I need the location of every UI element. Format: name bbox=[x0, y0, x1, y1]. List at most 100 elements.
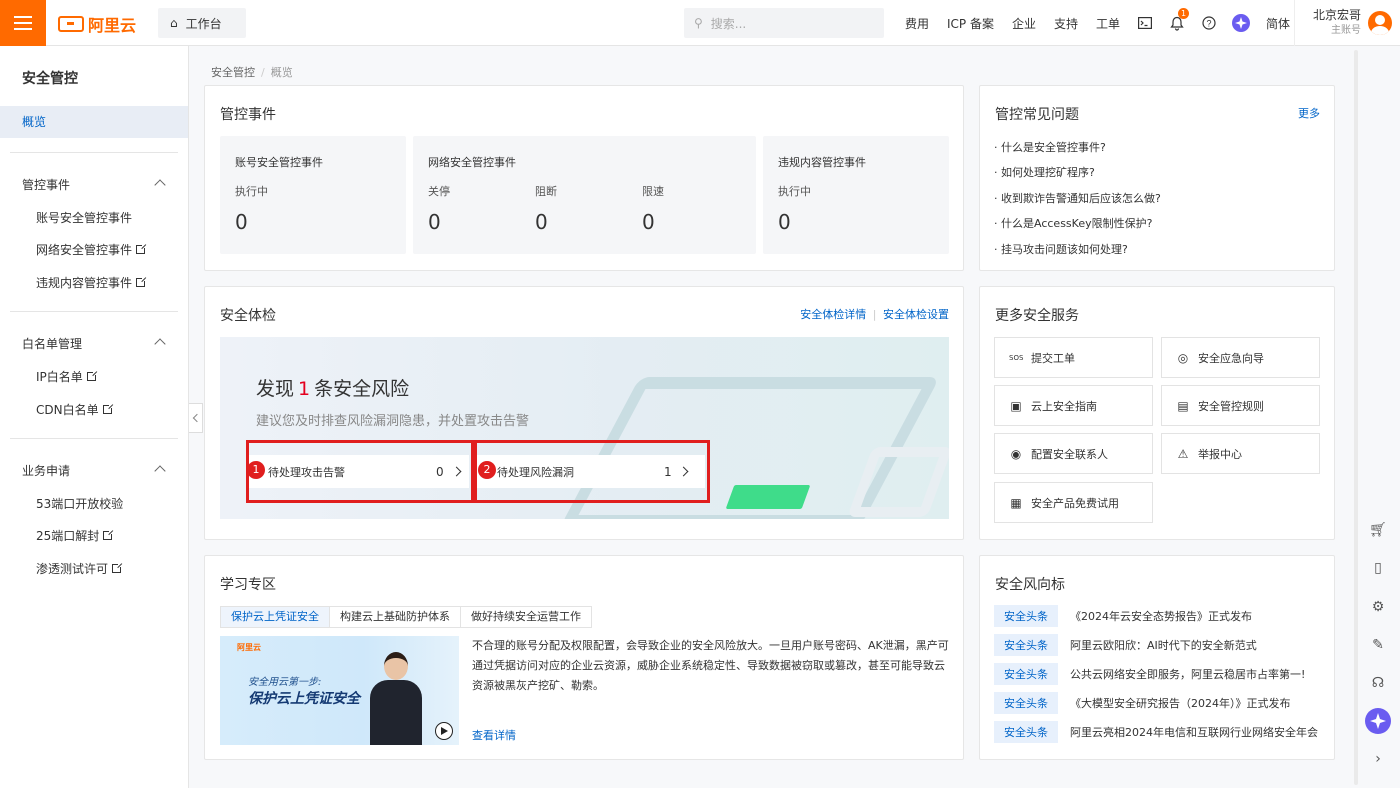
network-block-value: 0 bbox=[535, 210, 548, 234]
terminal-icon[interactable] bbox=[1129, 0, 1161, 46]
user-menu[interactable]: 北京宏哥 主账号 bbox=[1294, 0, 1400, 46]
network-events-title: 网络安全管控事件 bbox=[428, 156, 516, 169]
service-submit-ticket[interactable]: SOS 提交工单 bbox=[994, 337, 1153, 378]
document-icon[interactable]: ▯ bbox=[1363, 553, 1393, 583]
service-cloud-guide[interactable]: ▣ 云上安全指南 bbox=[994, 385, 1153, 426]
assistant-icon[interactable] bbox=[1363, 706, 1393, 736]
breadcrumb-root[interactable]: 安全管控 bbox=[211, 66, 255, 79]
nav-support[interactable]: 支持 bbox=[1045, 15, 1087, 32]
sidebar-collapse-button[interactable] bbox=[189, 403, 203, 433]
service-emergency-guide[interactable]: ◎ 安全应急向导 bbox=[1161, 337, 1320, 378]
faq-item[interactable]: · 挂马攻击问题该如何处理? bbox=[994, 241, 1128, 257]
sidebar-item-cdn-whitelist[interactable]: CDN白名单 bbox=[36, 401, 114, 418]
learning-title: 学习专区 bbox=[220, 577, 276, 593]
account-events-value: 0 bbox=[235, 210, 248, 234]
service-control-rules[interactable]: ▤ 安全管控规则 bbox=[1161, 385, 1320, 426]
news-item[interactable]: 安全头条 《大模型安全研究报告（2024年）》正式发布 bbox=[994, 692, 1291, 714]
service-report-center[interactable]: ⚠ 举报中心 bbox=[1161, 433, 1320, 474]
news-text: 阿里云欧阳欣：AI时代下的安全新范式 bbox=[1070, 639, 1257, 652]
nav-billing[interactable]: 费用 bbox=[896, 15, 938, 32]
news-item[interactable]: 安全头条 公共云网络安全即服务，阿里云稳居市占率第一! bbox=[994, 663, 1305, 685]
network-throttle-label: 限速 bbox=[642, 185, 664, 198]
network-events-panel[interactable]: 网络安全管控事件 关停 阻断 限速 0 0 0 bbox=[413, 136, 756, 254]
tab-credential-security[interactable]: 保护云上凭证安全 bbox=[220, 606, 330, 628]
sidebar-item-pentest[interactable]: 渗透测试许可 bbox=[36, 560, 124, 577]
headline-suffix: 条安全风险 bbox=[314, 378, 410, 400]
link-separator: | bbox=[872, 308, 877, 321]
sidebar-item-port25[interactable]: 25端口解封 bbox=[36, 527, 115, 544]
chevron-right-icon[interactable]: › bbox=[1363, 744, 1393, 774]
news-item[interactable]: 安全头条 阿里云欧阳欣：AI时代下的安全新范式 bbox=[994, 634, 1257, 656]
risk-headline: 发现 1 条安全风险 bbox=[256, 374, 409, 401]
news-item[interactable]: 安全头条 阿里云亮相2024年电信和互联网行业网络安全年会 bbox=[994, 721, 1318, 743]
content-events-title: 违规内容管控事件 bbox=[778, 156, 866, 169]
video-thumbnail[interactable]: 阿里云 安全用云第一步: 保护云上凭证安全 bbox=[220, 636, 459, 745]
document-icon: ▤ bbox=[1177, 398, 1189, 413]
service-contacts[interactable]: ◉ 配置安全联系人 bbox=[994, 433, 1153, 474]
presenter-image bbox=[370, 652, 422, 745]
checkup-card: 安全体检 安全体检详情 | 安全体检设置 发现 1 条安全风险 建议您及时排查风险漏… bbox=[204, 286, 964, 540]
chevron-up-icon[interactable] bbox=[154, 465, 166, 477]
faq-item[interactable]: · 什么是安全管控事件? bbox=[994, 139, 1106, 155]
breadcrumb-separator: / bbox=[261, 66, 265, 79]
sidebar-group-events[interactable]: 管控事件 bbox=[22, 176, 70, 193]
menu-icon[interactable] bbox=[0, 0, 46, 46]
news-text: 《2024年云安全态势报告》正式发布 bbox=[1070, 610, 1252, 623]
faq-item-text: 什么是AccessKey限制性保护? bbox=[1001, 217, 1153, 230]
network-shutdown-label: 关停 bbox=[428, 185, 450, 198]
search-input[interactable]: ⚲ 搜索... bbox=[684, 8, 884, 38]
decor-green-bar bbox=[725, 485, 811, 509]
content-events-panel[interactable]: 违规内容管控事件 执行中 0 bbox=[763, 136, 949, 254]
sidebar-item-account-events[interactable]: 账号安全管控事件 bbox=[36, 209, 132, 226]
home-icon: ⌂ bbox=[170, 16, 178, 30]
gift-icon: ▦ bbox=[1010, 495, 1022, 510]
bell-icon[interactable]: 1 bbox=[1161, 0, 1193, 46]
faq-item[interactable]: · 如何处理挖矿程序? bbox=[994, 164, 1095, 180]
checkup-detail-link[interactable]: 安全体检详情 bbox=[800, 308, 866, 321]
service-label: 云上安全指南 bbox=[1031, 399, 1097, 413]
sidebar-item-port53[interactable]: 53端口开放校验 bbox=[36, 495, 123, 512]
faq-item[interactable]: · 什么是AccessKey限制性保护? bbox=[994, 215, 1152, 231]
cart-icon[interactable]: 🛒︎ bbox=[1363, 515, 1393, 545]
aliyun-logo[interactable]: 阿里云 bbox=[58, 12, 136, 36]
compass-icon: ◎ bbox=[1177, 350, 1189, 365]
nav-icp[interactable]: ICP 备案 bbox=[938, 15, 1003, 32]
play-icon[interactable] bbox=[435, 722, 453, 740]
tab-basic-protection[interactable]: 构建云上基础防护体系 bbox=[329, 606, 461, 628]
language-switch[interactable]: 简体 bbox=[1257, 15, 1299, 32]
divider bbox=[10, 152, 178, 153]
tab-security-operations[interactable]: 做好持续安全运营工作 bbox=[460, 606, 592, 628]
gear-icon[interactable]: ⚙ bbox=[1363, 592, 1393, 622]
video-logo: 阿里云 bbox=[237, 643, 261, 652]
help-icon[interactable]: ? bbox=[1193, 0, 1225, 46]
network-shutdown-value: 0 bbox=[428, 210, 441, 234]
learning-tabs: 保护云上凭证安全 构建云上基础防护体系 做好持续安全运营工作 bbox=[220, 606, 592, 628]
chevron-up-icon[interactable] bbox=[154, 179, 166, 191]
avatar[interactable] bbox=[1368, 11, 1393, 35]
news-text: 阿里云亮相2024年电信和互联网行业网络安全年会 bbox=[1070, 726, 1318, 739]
sidebar-item-content-events[interactable]: 违规内容管控事件 bbox=[36, 274, 148, 291]
chevron-up-icon[interactable] bbox=[154, 338, 166, 350]
faq-more-link[interactable]: 更多 bbox=[1298, 105, 1320, 121]
services-title: 更多安全服务 bbox=[995, 308, 1079, 324]
news-item[interactable]: 安全头条 《2024年云安全态势报告》正式发布 bbox=[994, 605, 1252, 627]
news-tag: 安全头条 bbox=[994, 721, 1058, 743]
nav-enterprise[interactable]: 企业 bbox=[1003, 15, 1045, 32]
step-marker-1: 1 bbox=[247, 461, 265, 479]
view-details-link[interactable]: 查看详情 bbox=[472, 727, 516, 743]
workbench-button[interactable]: ⌂ 工作台 bbox=[158, 8, 246, 38]
sidebar-group-applications[interactable]: 业务申请 bbox=[22, 462, 70, 479]
sidebar-item-overview[interactable]: 概览 bbox=[0, 106, 188, 138]
checkup-settings-link[interactable]: 安全体检设置 bbox=[883, 308, 949, 321]
faq-item[interactable]: · 收到欺诈告警通知后应该怎么做? bbox=[994, 190, 1161, 206]
page-scrollbar[interactable] bbox=[1354, 50, 1358, 785]
headset-icon[interactable]: ☊ bbox=[1363, 668, 1393, 698]
nav-ticket[interactable]: 工单 bbox=[1087, 15, 1129, 32]
sidebar-group-whitelist[interactable]: 白名单管理 bbox=[22, 335, 82, 352]
assistant-icon[interactable] bbox=[1225, 0, 1257, 46]
sidebar-item-network-events[interactable]: 网络安全管控事件 bbox=[36, 241, 148, 258]
account-events-panel[interactable]: 账号安全管控事件 执行中 0 bbox=[220, 136, 406, 254]
edit-icon[interactable]: ✎ bbox=[1363, 630, 1393, 660]
service-free-trial[interactable]: ▦ 安全产品免费试用 bbox=[994, 482, 1153, 523]
sidebar-item-ip-whitelist[interactable]: IP白名单 bbox=[36, 368, 98, 385]
